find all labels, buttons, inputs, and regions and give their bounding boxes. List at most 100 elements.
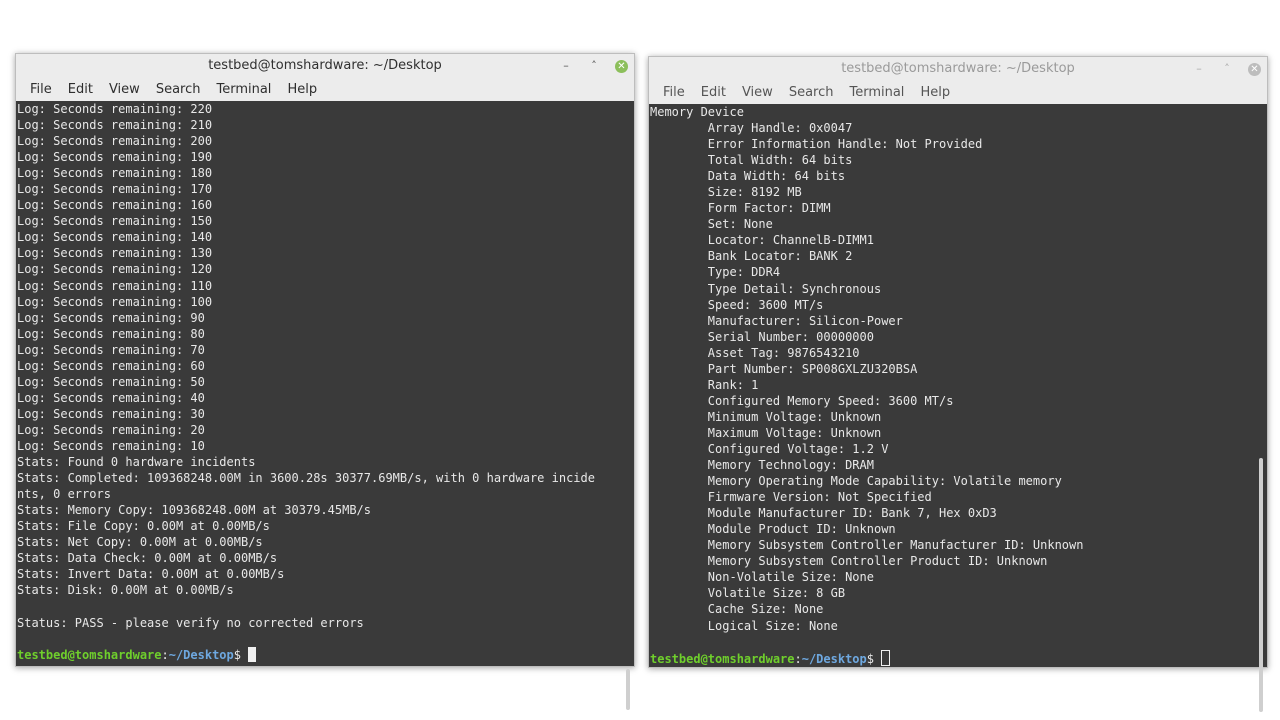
terminal-line: Log: Seconds remaining: 30 xyxy=(17,406,205,421)
terminal-line: Data Width: 64 bits xyxy=(650,169,846,184)
maximize-icon[interactable]: ˄ xyxy=(1220,62,1234,76)
terminal-line: Log: Seconds remaining: 170 xyxy=(17,182,213,197)
window-controls: – ˄ ✕ xyxy=(1192,57,1261,81)
terminal-window-left[interactable]: testbed@tomshardware: ~/Desktop – ˄ ✕ Fi… xyxy=(15,53,635,710)
close-icon[interactable]: ✕ xyxy=(1248,62,1261,76)
terminal-line: Log: Seconds remaining: 90 xyxy=(17,310,205,325)
prompt-user-host: testbed@tomshardware xyxy=(650,651,795,666)
terminal-line: Non-Volatile Size: None xyxy=(650,570,874,585)
terminal-line: Stats: Data Check: 0.00M at 0.00MB/s xyxy=(17,551,278,566)
text-cursor[interactable] xyxy=(881,649,891,666)
prompt-colon: : xyxy=(161,647,169,662)
terminal-line: Log: Seconds remaining: 150 xyxy=(17,214,213,229)
menu-terminal[interactable]: Terminal xyxy=(841,81,912,104)
titlebar[interactable]: testbed@tomshardware: ~/Desktop – ˄ ✕ xyxy=(16,54,634,78)
terminal-line: Set: None xyxy=(650,217,773,232)
scrollbar-thumb[interactable] xyxy=(1259,458,1263,712)
terminal-line: Firmware Version: Not Specified xyxy=(650,490,932,505)
terminal-line: Logical Size: None xyxy=(650,618,838,633)
menu-view[interactable]: View xyxy=(734,81,781,104)
window-title: testbed@tomshardware: ~/Desktop xyxy=(841,61,1075,76)
close-icon[interactable]: ✕ xyxy=(615,59,628,73)
menubar: File Edit View Search Terminal Help xyxy=(649,81,1267,104)
terminal-line: Log: Seconds remaining: 140 xyxy=(17,230,213,245)
titlebar[interactable]: testbed@tomshardware: ~/Desktop – ˄ ✕ xyxy=(649,57,1267,81)
minimize-icon[interactable]: – xyxy=(559,59,573,73)
terminal-line: Log: Seconds remaining: 120 xyxy=(17,262,213,277)
menu-edit[interactable]: Edit xyxy=(693,81,734,104)
terminal-line: Log: Seconds remaining: 100 xyxy=(17,294,213,309)
window-controls: – ˄ ✕ xyxy=(559,54,628,78)
terminal-line: Module Product ID: Unknown xyxy=(650,522,896,537)
terminal-line: Log: Seconds remaining: 220 xyxy=(17,102,213,116)
terminal-line: Log: Seconds remaining: 200 xyxy=(17,134,213,149)
terminal-line: Log: Seconds remaining: 190 xyxy=(17,150,213,165)
shell-prompt[interactable]: testbed@tomshardware:~/Desktop$ xyxy=(650,649,1253,666)
terminal-line: Type Detail: Synchronous xyxy=(650,281,882,296)
menu-terminal[interactable]: Terminal xyxy=(208,78,279,101)
shell-prompt[interactable]: testbed@tomshardware:~/Desktop$ xyxy=(17,646,620,663)
menubar: File Edit View Search Terminal Help xyxy=(16,78,634,101)
terminal-line: Serial Number: 00000000 xyxy=(650,329,874,344)
menu-edit[interactable]: Edit xyxy=(60,78,101,101)
terminal-line: Rank: 1 xyxy=(650,377,759,392)
terminal-line: Stats: Invert Data: 0.00M at 0.00MB/s xyxy=(17,567,285,582)
menu-file[interactable]: File xyxy=(22,78,60,101)
terminal-line: Memory Subsystem Controller Product ID: … xyxy=(650,554,1048,569)
prompt-symbol: $ xyxy=(866,651,882,666)
terminal-line: Configured Voltage: 1.2 V xyxy=(650,441,889,456)
terminal-line: Cache Size: None xyxy=(650,602,824,617)
scrollbar[interactable] xyxy=(1253,104,1267,712)
terminal-output[interactable]: Memory Device Array Handle: 0x0047 Error… xyxy=(649,104,1253,667)
menu-view[interactable]: View xyxy=(101,78,148,101)
terminal-line: Log: Seconds remaining: 40 xyxy=(17,390,205,405)
terminal-line: Volatile Size: 8 GB xyxy=(650,586,846,601)
minimize-icon[interactable]: – xyxy=(1192,62,1206,76)
terminal-line: Log: Seconds remaining: 10 xyxy=(17,438,205,453)
terminal-line: Stats: Net Copy: 0.00M at 0.00MB/s xyxy=(17,535,263,550)
prompt-user-host: testbed@tomshardware xyxy=(17,647,162,662)
prompt-symbol: $ xyxy=(233,647,249,662)
terminal-line: Error Information Handle: Not Provided xyxy=(650,137,983,152)
terminal-line: Log: Seconds remaining: 60 xyxy=(17,358,205,373)
terminal-line: Memory Subsystem Controller Manufacturer… xyxy=(650,538,1084,553)
text-cursor[interactable] xyxy=(248,646,257,662)
terminal-line: Asset Tag: 9876543210 xyxy=(650,345,860,360)
terminal-line: Type: DDR4 xyxy=(650,265,781,280)
terminal-line: Configured Memory Speed: 3600 MT/s xyxy=(650,393,954,408)
terminal-line: Log: Seconds remaining: 110 xyxy=(17,278,213,293)
terminal-line: Array Handle: 0x0047 xyxy=(650,121,853,136)
prompt-path: ~/Desktop xyxy=(801,651,867,666)
terminal-line: Stats: Completed: 109368248.00M in 3600.… xyxy=(17,471,595,486)
terminal-line: Form Factor: DIMM xyxy=(650,201,831,216)
menu-search[interactable]: Search xyxy=(148,78,209,101)
menu-file[interactable]: File xyxy=(655,81,693,104)
terminal-line: Stats: Found 0 hardware incidents xyxy=(17,455,256,470)
prompt-path: ~/Desktop xyxy=(168,647,234,662)
terminal-line: Log: Seconds remaining: 160 xyxy=(17,198,213,213)
terminal-line: Total Width: 64 bits xyxy=(650,153,853,168)
terminal-line: Log: Seconds remaining: 180 xyxy=(17,166,213,181)
menu-help[interactable]: Help xyxy=(279,78,325,101)
terminal-window-right[interactable]: testbed@tomshardware: ~/Desktop – ˄ ✕ Fi… xyxy=(648,56,1268,712)
menu-help[interactable]: Help xyxy=(912,81,958,104)
terminal-line: Log: Seconds remaining: 210 xyxy=(17,118,213,133)
maximize-icon[interactable]: ˄ xyxy=(587,59,601,73)
terminal-line: Minimum Voltage: Unknown xyxy=(650,409,882,424)
scrollbar[interactable] xyxy=(620,101,634,710)
window-title: testbed@tomshardware: ~/Desktop xyxy=(208,58,442,73)
terminal-line: Maximum Voltage: Unknown xyxy=(650,425,882,440)
menu-search[interactable]: Search xyxy=(781,81,842,104)
terminal-line: Log: Seconds remaining: 130 xyxy=(17,246,213,261)
terminal-line: Part Number: SP008GXLZU320BSA xyxy=(650,361,918,376)
terminal-output[interactable]: Log: Seconds remaining: 220 Log: Seconds … xyxy=(16,101,620,666)
terminal-line: Status: PASS - please verify no correcte… xyxy=(17,615,364,630)
terminal-line: Log: Seconds remaining: 50 xyxy=(17,374,205,389)
terminal-line: Module Manufacturer ID: Bank 7, Hex 0xD3 xyxy=(650,506,997,521)
terminal-line: Log: Seconds remaining: 80 xyxy=(17,326,205,341)
scrollbar-thumb[interactable] xyxy=(626,669,630,710)
terminal-line: Bank Locator: BANK 2 xyxy=(650,249,853,264)
terminal-line: Manufacturer: Silicon-Power xyxy=(650,313,903,328)
